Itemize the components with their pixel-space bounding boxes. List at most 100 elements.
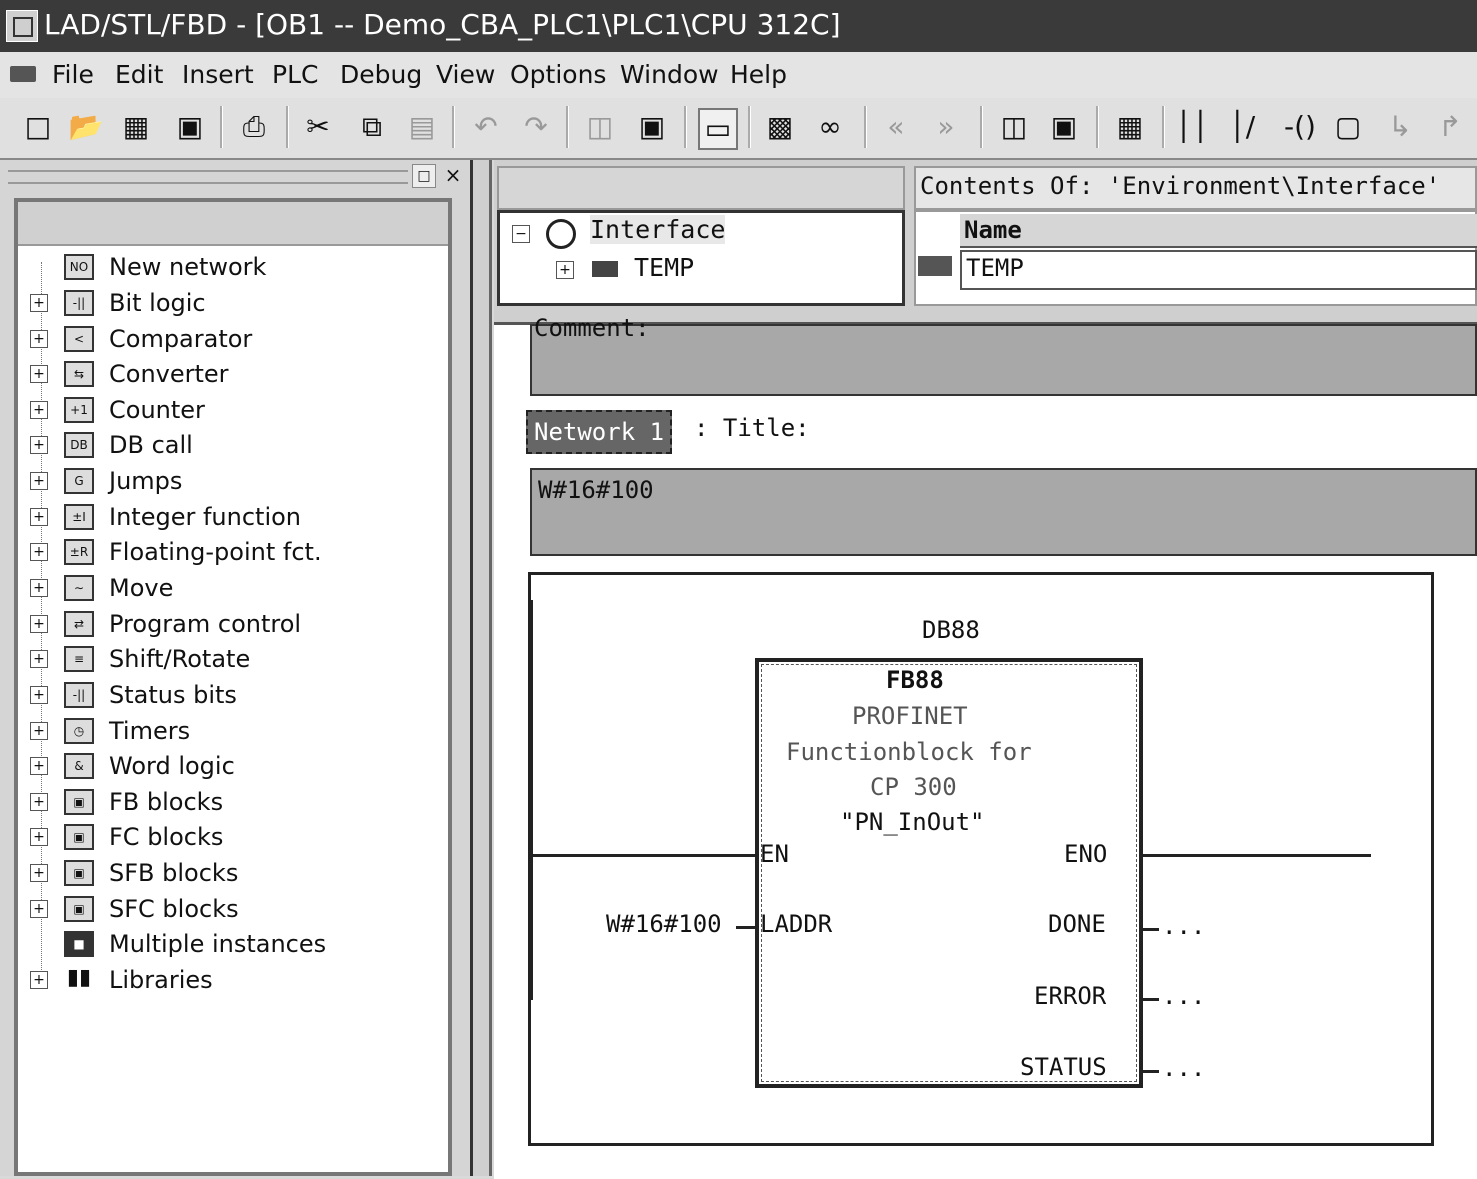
interface-root[interactable]: Interface xyxy=(590,215,726,244)
menu-edit[interactable]: Edit xyxy=(115,60,163,89)
column-header-name[interactable]: Name xyxy=(960,214,1477,248)
accessible-nodes-icon[interactable]: ▦ xyxy=(118,108,154,146)
menu-help[interactable]: Help xyxy=(730,60,787,89)
block-icon: ▣ xyxy=(64,896,94,922)
network-comment-field[interactable]: W#16#100 xyxy=(530,468,1477,556)
print-icon[interactable]: ⎙ xyxy=(236,108,272,146)
prev-network-icon[interactable]: « xyxy=(878,108,914,146)
expand-icon[interactable]: + xyxy=(556,261,574,279)
overview-toggle-icon[interactable]: ▭ xyxy=(698,108,738,150)
menu-bar: File Edit Insert PLC Debug View Options … xyxy=(0,52,1477,99)
pane-splitter[interactable] xyxy=(470,160,492,1176)
block-icon: ▣ xyxy=(64,860,94,886)
network-icon: NO xyxy=(64,254,94,280)
redo-icon[interactable]: ↷ xyxy=(518,108,554,146)
block-comment-field[interactable] xyxy=(530,324,1477,396)
normally-closed-contact-icon[interactable]: │/ xyxy=(1224,108,1260,146)
expand-icon[interactable]: + xyxy=(30,722,48,740)
expand-icon[interactable]: + xyxy=(30,294,48,312)
paste-icon[interactable]: ▤ xyxy=(404,108,440,146)
window-title: LAD/STL/FBD - [OB1 -- Demo_CBA_PLC1\PLC1… xyxy=(44,8,841,41)
word-logic-icon: & xyxy=(64,753,94,779)
menu-debug[interactable]: Debug xyxy=(340,60,422,89)
expand-icon[interactable]: + xyxy=(30,543,48,561)
done-wire xyxy=(1143,928,1159,931)
system-menu-icon[interactable] xyxy=(10,66,36,82)
open-branch-icon[interactable]: ↳ xyxy=(1382,108,1418,146)
expand-icon[interactable]: + xyxy=(30,472,48,490)
pane-grip[interactable] xyxy=(8,170,408,184)
collapse-icon[interactable]: − xyxy=(512,225,530,243)
error-parameter[interactable]: ... xyxy=(1162,982,1205,1010)
output-eno: ENO xyxy=(1064,840,1108,868)
jumps-icon: G xyxy=(64,468,94,494)
expand-icon[interactable]: + xyxy=(30,401,48,419)
toolbar: □ 📂 ▦ ▣ ⎙ ✂ ⧉ ▤ ↶ ↷ ◫ ▣ ▭ ▩ ∞ « » ◫ ▣ ▦ … xyxy=(0,98,1477,160)
expand-icon[interactable]: + xyxy=(30,365,48,383)
expand-icon[interactable]: + xyxy=(30,900,48,918)
integer-icon: ±I xyxy=(64,504,94,530)
pane-restore-button[interactable]: □ xyxy=(412,164,436,188)
empty-box-icon[interactable]: ▢ xyxy=(1330,108,1366,146)
contents-title: Contents Of: 'Environment\Interface' xyxy=(920,172,1441,200)
expand-icon[interactable]: + xyxy=(30,864,48,882)
coil-icon[interactable]: -() xyxy=(1282,108,1318,146)
next-network-icon[interactable]: » xyxy=(928,108,964,146)
contents-header: Contents Of: 'Environment\Interface' xyxy=(914,166,1477,210)
block-icon: ▣ xyxy=(64,824,94,850)
expand-icon[interactable]: + xyxy=(30,971,48,989)
laddr-parameter[interactable]: W#16#100 xyxy=(606,910,722,938)
menu-window[interactable]: Window xyxy=(620,60,719,89)
done-parameter[interactable]: ... xyxy=(1162,912,1205,940)
details-icon[interactable]: ▣ xyxy=(1046,108,1082,146)
instance-db-label[interactable]: DB88 xyxy=(922,616,980,644)
expand-icon[interactable]: + xyxy=(30,686,48,704)
cut-icon[interactable]: ✂ xyxy=(300,108,336,146)
expand-icon[interactable]: + xyxy=(30,757,48,775)
expand-icon[interactable]: + xyxy=(30,615,48,633)
bit-logic-icon: -|| xyxy=(64,290,94,316)
contents-row-temp[interactable]: TEMP xyxy=(960,250,1477,290)
menu-plc[interactable]: PLC xyxy=(272,60,318,89)
new-icon[interactable]: □ xyxy=(20,108,56,146)
en-wire xyxy=(533,854,755,857)
save-icon[interactable]: ▣ xyxy=(172,108,208,146)
network-label[interactable]: Network 1 xyxy=(526,410,673,454)
interface-icon xyxy=(546,219,576,249)
temp-row-icon xyxy=(918,256,952,276)
interface-tree[interactable]: − Interface + TEMP xyxy=(497,210,905,306)
open-icon[interactable]: 📂 xyxy=(68,108,104,146)
expand-icon[interactable]: + xyxy=(30,330,48,348)
undo-icon[interactable]: ↶ xyxy=(468,108,504,146)
module-info-icon[interactable]: ▣ xyxy=(634,108,670,146)
new-network-icon[interactable]: ▦ xyxy=(1112,108,1148,146)
app-icon[interactable] xyxy=(6,10,38,42)
download-icon[interactable]: ◫ xyxy=(582,108,618,146)
menu-view[interactable]: View xyxy=(436,60,495,89)
shift-rotate-icon: ≡ xyxy=(64,646,94,672)
expand-icon[interactable]: + xyxy=(30,436,48,454)
tree-header xyxy=(18,202,448,246)
menu-options[interactable]: Options xyxy=(510,60,606,89)
close-branch-icon[interactable]: ↱ xyxy=(1432,108,1468,146)
expand-icon[interactable]: + xyxy=(30,793,48,811)
pane-close-button[interactable]: × xyxy=(442,164,464,186)
error-wire xyxy=(1143,998,1159,1001)
temp-icon xyxy=(592,261,618,277)
normally-open-contact-icon[interactable]: ││ xyxy=(1174,108,1210,146)
timer-icon: ◷ xyxy=(64,718,94,744)
expand-icon[interactable]: + xyxy=(30,650,48,668)
program-elements-icon[interactable]: ◫ xyxy=(996,108,1032,146)
monitor-icon[interactable]: ▩ xyxy=(762,108,798,146)
expand-icon[interactable]: + xyxy=(30,579,48,597)
glasses-icon[interactable]: ∞ xyxy=(812,108,848,146)
copy-icon[interactable]: ⧉ xyxy=(354,108,390,146)
interface-temp[interactable]: TEMP xyxy=(634,253,694,282)
network-title[interactable]: : Title: xyxy=(694,414,810,442)
menu-file[interactable]: File xyxy=(52,60,94,89)
expand-icon[interactable]: + xyxy=(30,508,48,526)
input-laddr: LADDR xyxy=(760,910,833,938)
menu-insert[interactable]: Insert xyxy=(182,60,254,89)
status-parameter[interactable]: ... xyxy=(1162,1054,1205,1082)
expand-icon[interactable]: + xyxy=(30,828,48,846)
